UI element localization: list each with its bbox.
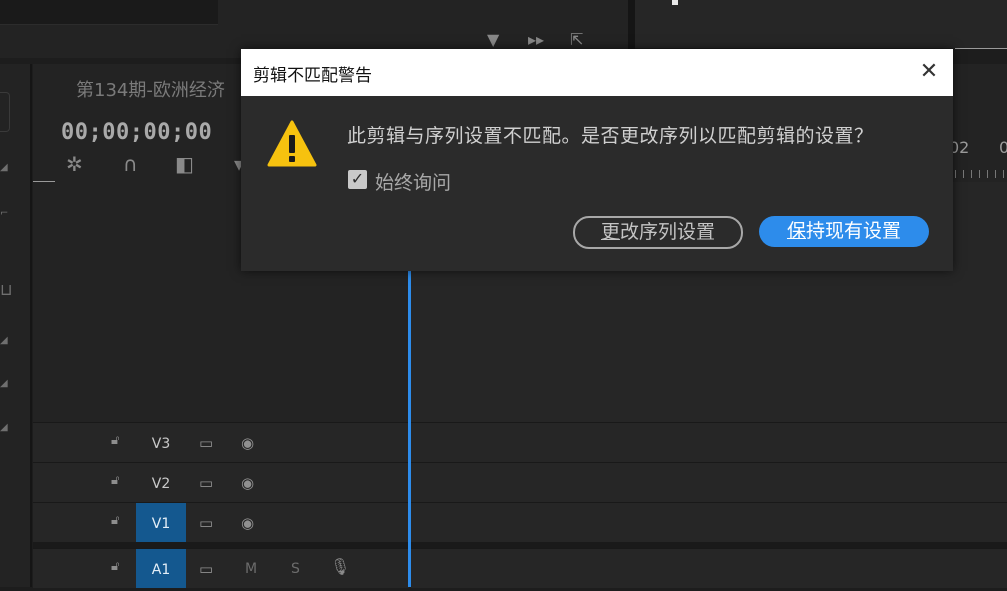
sync-lock-icon[interactable]: ▭ [199,560,213,578]
dialog-message: 此剪辑与序列设置不匹配。是否更改序列以匹配剪辑的设置？ [347,125,874,147]
track-header: 🔓︎ V2 ▭ ◉ [33,463,409,502]
type-tool-indicator-icon[interactable]: ◢ [0,422,8,433]
lock-icon[interactable]: 🔓︎ [111,559,127,577]
track-row-v1: 🔓︎ V1 ▭ ◉ [33,502,1007,542]
playhead-timecode[interactable]: 00;00;00;00 [61,120,212,145]
project-panel-search-area[interactable] [0,0,218,25]
ruler-label: 0 [999,138,1007,157]
button-mnemonic: 更 [600,221,620,243]
close-icon[interactable]: ✕ [917,60,941,84]
track-target-a1[interactable]: A1 [136,549,186,588]
button-label: 改序列设置 [620,221,716,243]
dialog-title: 剪辑不匹配警告 [253,66,372,86]
automate-to-sequence-icon[interactable]: ▸▸ [528,30,544,49]
track-row-a1: 🔓︎ A1 ▭ M S 🎙︎ [33,548,1007,588]
time-ruler[interactable] [955,170,1007,178]
lock-icon[interactable]: 🔓︎ [111,433,127,451]
eye-icon[interactable]: ◉ [241,474,254,492]
tools-panel [0,64,32,587]
selection-tool-button[interactable] [0,92,10,132]
slip-tool-icon[interactable]: ⊔ [0,280,12,299]
lock-icon[interactable]: 🔓︎ [111,513,127,531]
solo-button[interactable]: S [291,561,300,577]
monitor-scrub-line [955,48,1007,49]
warning-icon [267,120,317,167]
lock-icon[interactable]: 🔓︎ [111,473,127,491]
microphone-icon[interactable]: 🎙︎ [330,557,350,576]
linked-selection-icon[interactable]: ◧ [175,152,194,176]
track-header: 🔓︎ V1 ▭ ◉ [33,503,409,542]
keep-existing-settings-button[interactable]: 保持现有设置 [759,216,929,247]
tool-group-indicator-icon[interactable]: ◢ [0,162,8,173]
nest-toggle-icon[interactable]: ✲ [66,152,83,176]
change-sequence-settings-button[interactable]: 更改序列设置 [573,216,743,249]
ripple-tool-icon[interactable]: ⌐ [0,208,8,219]
timeline-playhead[interactable] [408,268,411,587]
filter-icon[interactable]: ▼ [487,30,499,49]
pen-tool-indicator-icon[interactable]: ◢ [0,335,8,346]
track-lane[interactable] [411,423,1007,462]
track-target-v2[interactable]: V2 [136,463,186,502]
track-header: 🔓︎ V3 ▭ ◉ [33,423,409,462]
find-icon[interactable]: ⇱ [570,30,583,49]
hand-tool-indicator-icon[interactable]: ◢ [0,378,8,389]
monitor-playhead-marker[interactable] [672,0,678,5]
track-target-v3[interactable]: V3 [136,423,186,462]
button-mnemonic: 保 [786,220,806,242]
track-lane[interactable] [411,549,1007,588]
always-ask-label[interactable]: 始终询问 [375,168,451,195]
track-lane[interactable] [411,463,1007,502]
program-monitor-panel [635,0,1007,48]
clip-mismatch-dialog: 剪辑不匹配警告 ✕ 此剪辑与序列设置不匹配。是否更改序列以匹配剪辑的设置？ ✓ … [241,49,953,271]
button-label: 持现有设置 [806,220,902,242]
sync-lock-icon[interactable]: ▭ [199,514,213,532]
eye-icon[interactable]: ◉ [241,434,254,452]
sync-lock-icon[interactable]: ▭ [199,474,213,492]
track-lane[interactable] [411,503,1007,542]
snap-magnet-icon[interactable]: ∩ [123,152,138,176]
mute-button[interactable]: M [245,561,257,577]
track-row-v2: 🔓︎ V2 ▭ ◉ [33,462,1007,502]
sequence-tab-title[interactable]: 第134期-欧洲经济 [76,76,225,102]
sync-lock-icon[interactable]: ▭ [199,434,213,452]
track-target-v1[interactable]: V1 [136,503,186,542]
eye-icon[interactable]: ◉ [241,514,254,532]
track-row-v3: 🔓︎ V3 ▭ ◉ [33,422,1007,462]
track-header: 🔓︎ A1 ▭ M S 🎙︎ [33,549,409,588]
checkmark-icon[interactable]: ✓ [348,168,367,188]
